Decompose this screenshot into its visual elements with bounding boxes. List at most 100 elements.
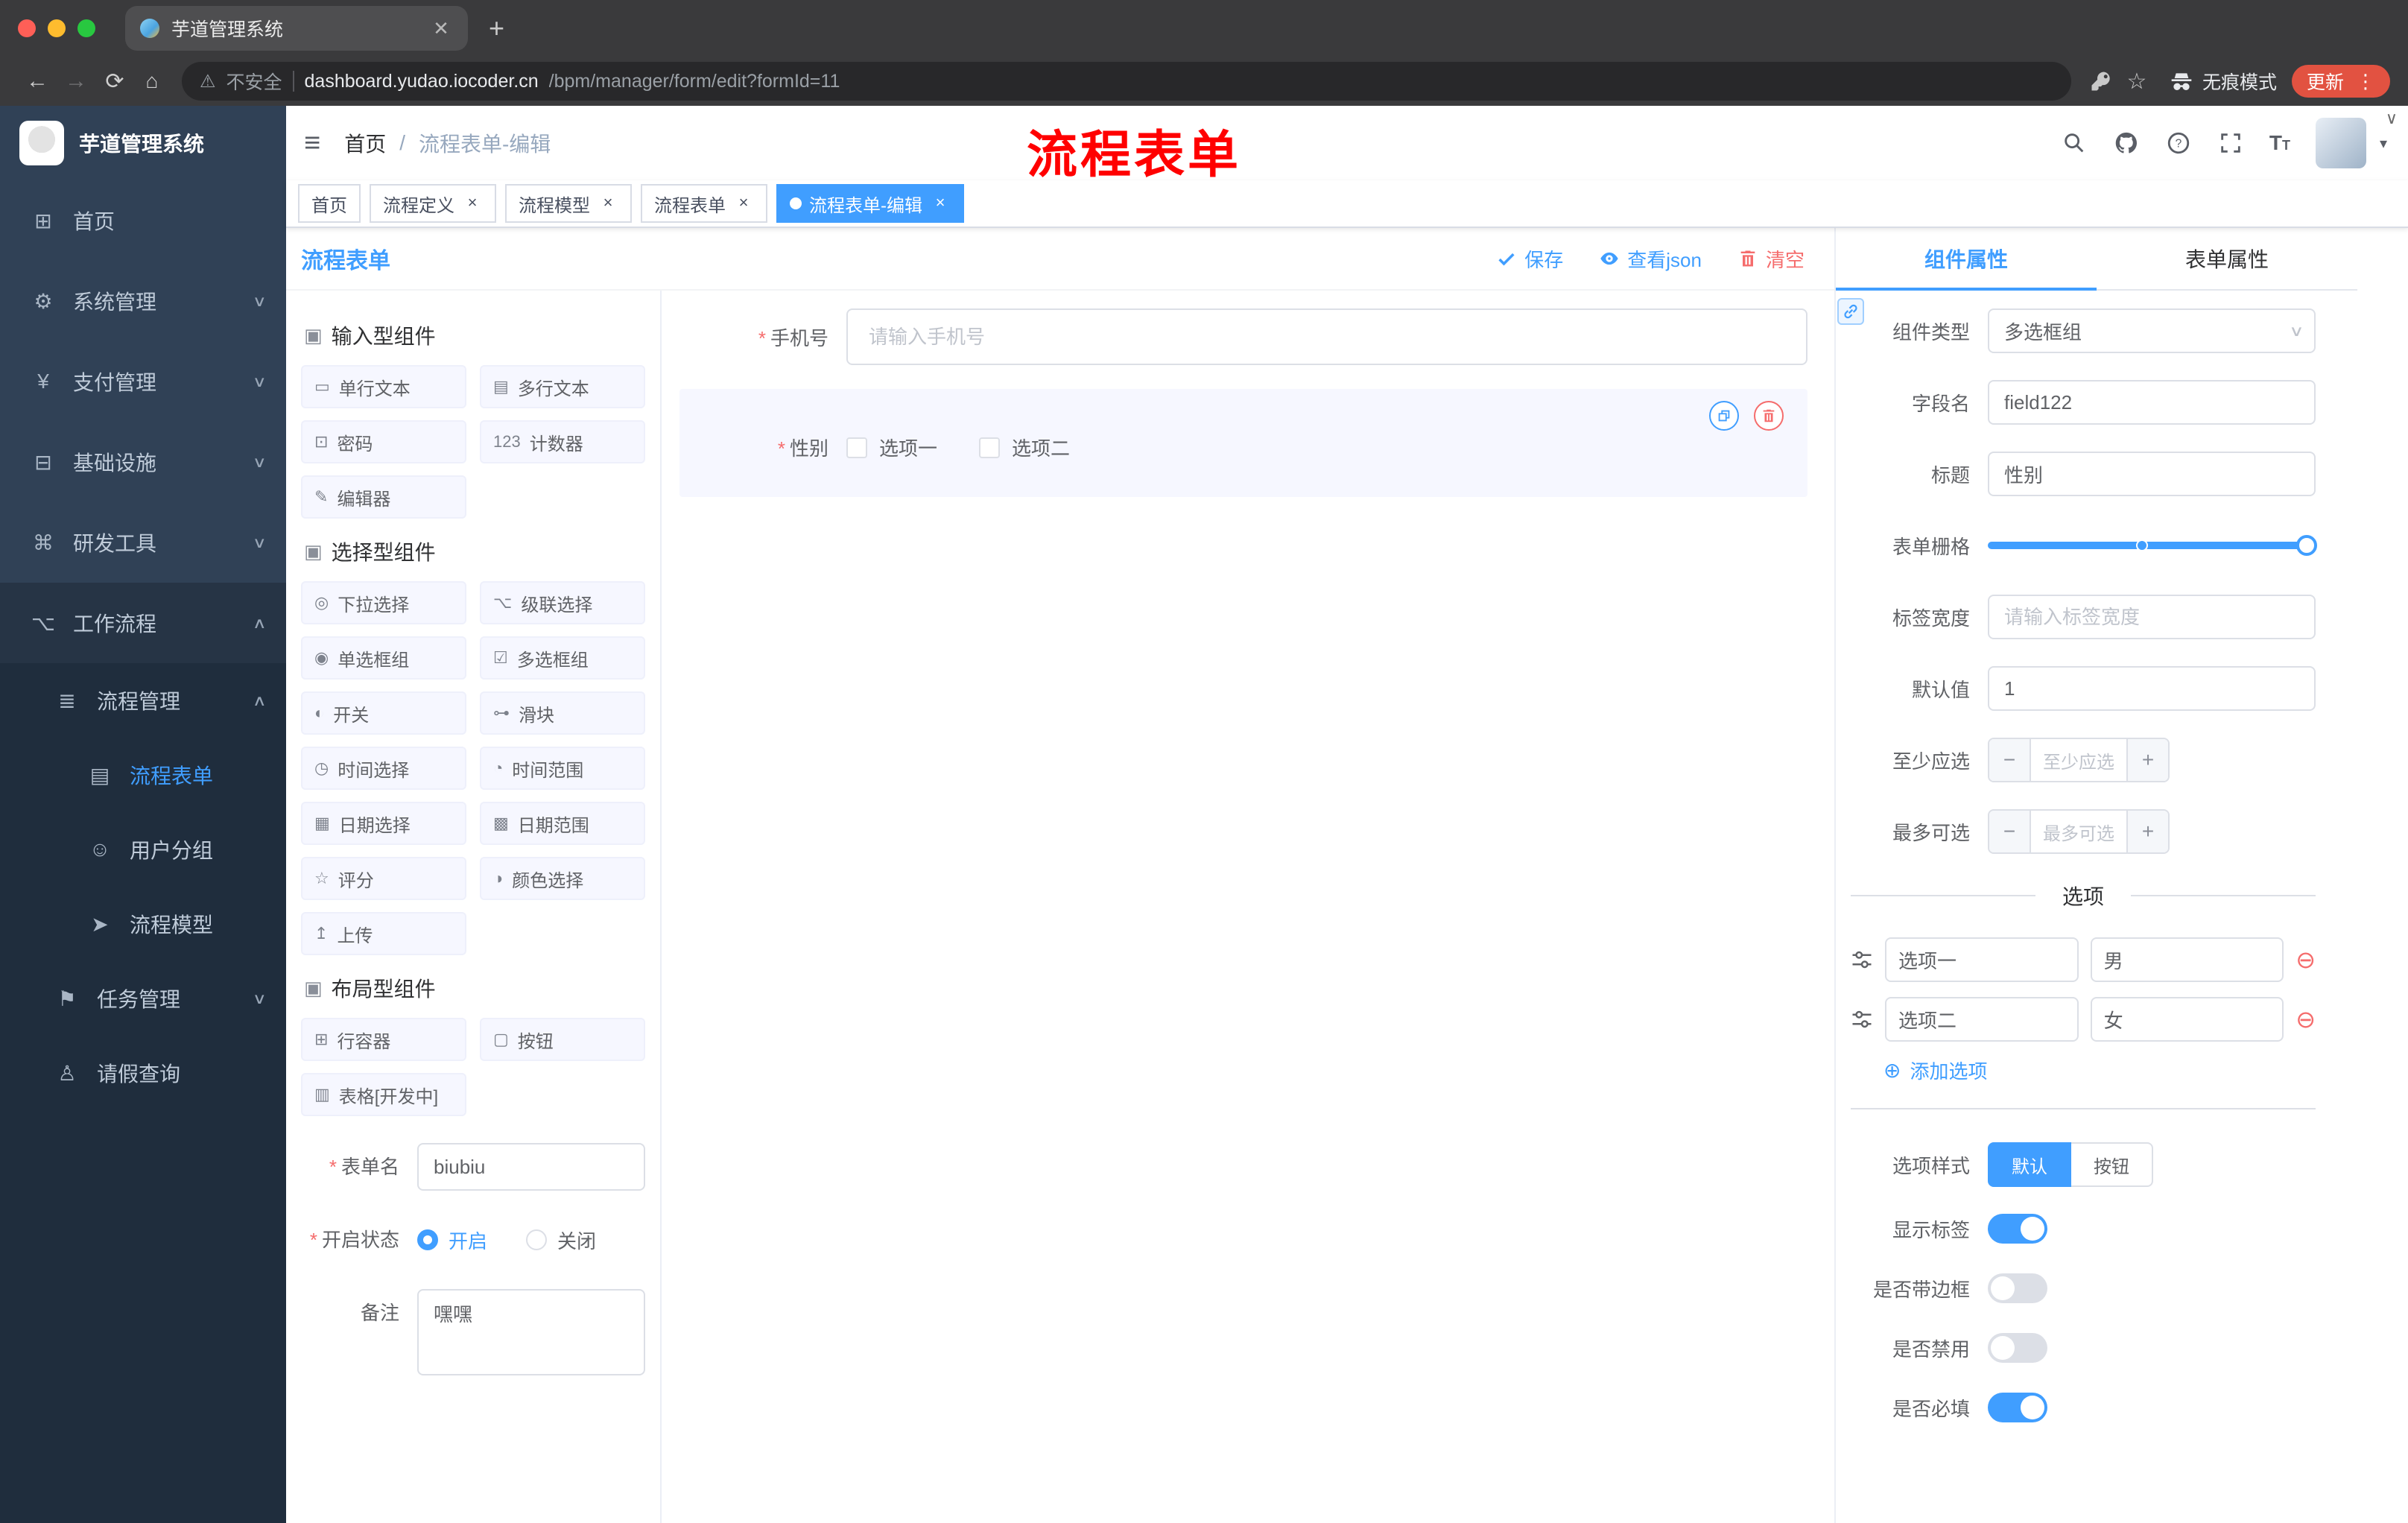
grid-slider[interactable] bbox=[1988, 523, 2317, 568]
max-select-value[interactable]: 最多可选 bbox=[2031, 811, 2126, 852]
component-row-container[interactable]: ⊞ 行容器 bbox=[301, 1018, 466, 1061]
sidebar-item-payment[interactable]: ¥ 支付管理 ∨ bbox=[0, 341, 286, 422]
sidebar-item-infra[interactable]: ⊟ 基础设施 ∨ bbox=[0, 422, 286, 502]
add-option-button[interactable]: ⊕ 添加选项 bbox=[1883, 1057, 2316, 1084]
component-type-select[interactable]: 多选框组 ∨ bbox=[1988, 308, 2316, 353]
default-value-input[interactable] bbox=[1988, 666, 2316, 711]
component-color-picker[interactable]: ◑ 颜色选择 bbox=[480, 857, 645, 900]
view-json-button[interactable]: 查看json bbox=[1599, 245, 1702, 273]
chevron-down-icon[interactable]: ∨ bbox=[2386, 109, 2398, 128]
tag-home[interactable]: 首页 bbox=[298, 184, 361, 223]
minus-button[interactable]: − bbox=[1989, 739, 2031, 781]
label-width-input[interactable] bbox=[1988, 595, 2316, 639]
remark-textarea[interactable]: 嘿嘿 bbox=[417, 1289, 645, 1375]
link-icon[interactable] bbox=[1837, 298, 1864, 325]
password-key-icon[interactable] bbox=[2083, 70, 2119, 92]
option-value-input[interactable] bbox=[2090, 937, 2284, 982]
back-button[interactable]: ← bbox=[18, 69, 57, 94]
sidebar-item-task-mgmt[interactable]: ⚑ 任务管理 ∨ bbox=[0, 961, 286, 1036]
help-icon[interactable]: ? bbox=[2165, 130, 2192, 156]
title-input[interactable] bbox=[1988, 452, 2316, 496]
save-button[interactable]: 保存 bbox=[1496, 245, 1563, 273]
phone-input[interactable] bbox=[846, 308, 1807, 365]
component-cascader[interactable]: ⌥ 级联选择 bbox=[480, 581, 645, 624]
component-time-picker[interactable]: ◷ 时间选择 bbox=[301, 747, 466, 790]
search-icon[interactable] bbox=[2061, 130, 2088, 156]
phone-field-row[interactable]: 手机号 bbox=[679, 308, 1807, 365]
form-name-input[interactable] bbox=[417, 1143, 645, 1191]
address-bar[interactable]: ⚠ 不安全 dashboard.yudao.iocoder.cn/bpm/man… bbox=[182, 62, 2071, 101]
tab-form-props[interactable]: 表单属性 bbox=[2097, 228, 2357, 289]
tag-process-definition[interactable]: 流程定义 × bbox=[370, 184, 496, 223]
component-radio-group[interactable]: ◉ 单选框组 bbox=[301, 636, 466, 680]
sidebar-item-system[interactable]: ⚙ 系统管理 ∨ bbox=[0, 261, 286, 341]
close-window-button[interactable] bbox=[18, 19, 36, 37]
border-toggle[interactable] bbox=[1988, 1273, 2047, 1303]
close-tab-icon[interactable]: ✕ bbox=[429, 17, 453, 40]
plus-button[interactable]: + bbox=[2126, 739, 2168, 781]
new-tab-button[interactable]: + bbox=[489, 13, 504, 44]
disabled-toggle[interactable] bbox=[1988, 1333, 2047, 1363]
component-time-range[interactable]: ◔ 时间范围 bbox=[480, 747, 645, 790]
fullscreen-icon[interactable] bbox=[2217, 130, 2244, 156]
component-date-picker[interactable]: ▦ 日期选择 bbox=[301, 802, 466, 845]
app-logo-row[interactable]: 芋道管理系统 bbox=[0, 106, 286, 180]
forward-button[interactable]: → bbox=[57, 69, 95, 94]
option-value-input[interactable] bbox=[2090, 997, 2284, 1042]
component-button[interactable]: ▢ 按钮 bbox=[480, 1018, 645, 1061]
sidebar-item-process-form[interactable]: ▤ 流程表单 bbox=[0, 738, 286, 812]
component-password[interactable]: ⊡ 密码 bbox=[301, 420, 466, 463]
font-size-icon[interactable]: TT bbox=[2269, 131, 2290, 155]
component-rate[interactable]: ☆ 评分 bbox=[301, 857, 466, 900]
min-select-value[interactable]: 至少应选 bbox=[2031, 739, 2126, 781]
option-label-input[interactable] bbox=[1885, 937, 2079, 982]
component-single-text[interactable]: ▭ 单行文本 bbox=[301, 365, 466, 408]
remove-option-icon[interactable]: ⊖ bbox=[2295, 948, 2316, 972]
required-toggle[interactable] bbox=[1988, 1393, 2047, 1422]
close-icon[interactable]: × bbox=[598, 193, 618, 214]
tag-process-form[interactable]: 流程表单 × bbox=[641, 184, 767, 223]
component-dropdown[interactable]: ◎ 下拉选择 bbox=[301, 581, 466, 624]
option-label-input[interactable] bbox=[1885, 997, 2079, 1042]
sidebar-item-workflow[interactable]: ⌥ 工作流程 ∧ bbox=[0, 583, 286, 663]
hamburger-icon[interactable]: ≡ bbox=[304, 127, 320, 159]
component-editor[interactable]: ✎ 编辑器 bbox=[301, 475, 466, 519]
field-name-input[interactable] bbox=[1988, 380, 2316, 425]
github-icon[interactable] bbox=[2113, 130, 2140, 156]
minus-button[interactable]: − bbox=[1989, 811, 2031, 852]
slider-handle[interactable] bbox=[2296, 535, 2317, 556]
delete-item-button[interactable] bbox=[1754, 401, 1784, 431]
clear-button[interactable]: 清空 bbox=[1737, 245, 1805, 273]
radio-closed[interactable]: 关闭 bbox=[526, 1226, 596, 1254]
show-label-toggle[interactable] bbox=[1988, 1214, 2047, 1244]
tag-process-form-edit[interactable]: 流程表单-编辑 × bbox=[776, 184, 964, 223]
sidebar-item-devtools[interactable]: ⌘ 研发工具 ∨ bbox=[0, 502, 286, 583]
radio-open[interactable]: 开启 bbox=[417, 1226, 487, 1254]
style-default-button[interactable]: 默认 bbox=[1988, 1142, 2071, 1187]
drag-handle-icon[interactable] bbox=[1851, 949, 1873, 971]
remove-option-icon[interactable]: ⊖ bbox=[2295, 1007, 2316, 1031]
checkbox-option-1[interactable]: 选项一 bbox=[846, 434, 937, 461]
component-multi-text[interactable]: ▤ 多行文本 bbox=[480, 365, 645, 408]
breadcrumb-home[interactable]: 首页 bbox=[344, 128, 386, 158]
checkbox-option-2[interactable]: 选项二 bbox=[979, 434, 1070, 461]
close-icon[interactable]: × bbox=[930, 193, 951, 214]
component-slider[interactable]: ⊶ 滑块 bbox=[480, 691, 645, 735]
avatar[interactable] bbox=[2315, 118, 2366, 168]
style-button-button[interactable]: 按钮 bbox=[2071, 1142, 2153, 1187]
component-checkbox-group[interactable]: ☑ 多选框组 bbox=[480, 636, 645, 680]
close-icon[interactable]: × bbox=[462, 193, 483, 214]
sidebar-item-process-mgmt[interactable]: ≣ 流程管理 ∧ bbox=[0, 663, 286, 738]
plus-button[interactable]: + bbox=[2126, 811, 2168, 852]
close-icon[interactable]: × bbox=[733, 193, 754, 214]
drag-handle-icon[interactable] bbox=[1851, 1008, 1873, 1030]
form-canvas[interactable]: 手机号 bbox=[662, 291, 1834, 1523]
zoom-window-button[interactable] bbox=[77, 19, 95, 37]
minimize-window-button[interactable] bbox=[48, 19, 66, 37]
gender-field-selected[interactable]: 性别 选项一 选项二 bbox=[679, 389, 1807, 497]
bookmark-star-icon[interactable]: ☆ bbox=[2119, 69, 2155, 95]
copy-item-button[interactable] bbox=[1709, 401, 1739, 431]
sidebar-item-user-group[interactable]: ☺ 用户分组 bbox=[0, 812, 286, 887]
browser-update-button[interactable]: 更新 ⋮ bbox=[2291, 65, 2390, 98]
reload-button[interactable]: ⟳ bbox=[95, 69, 134, 95]
